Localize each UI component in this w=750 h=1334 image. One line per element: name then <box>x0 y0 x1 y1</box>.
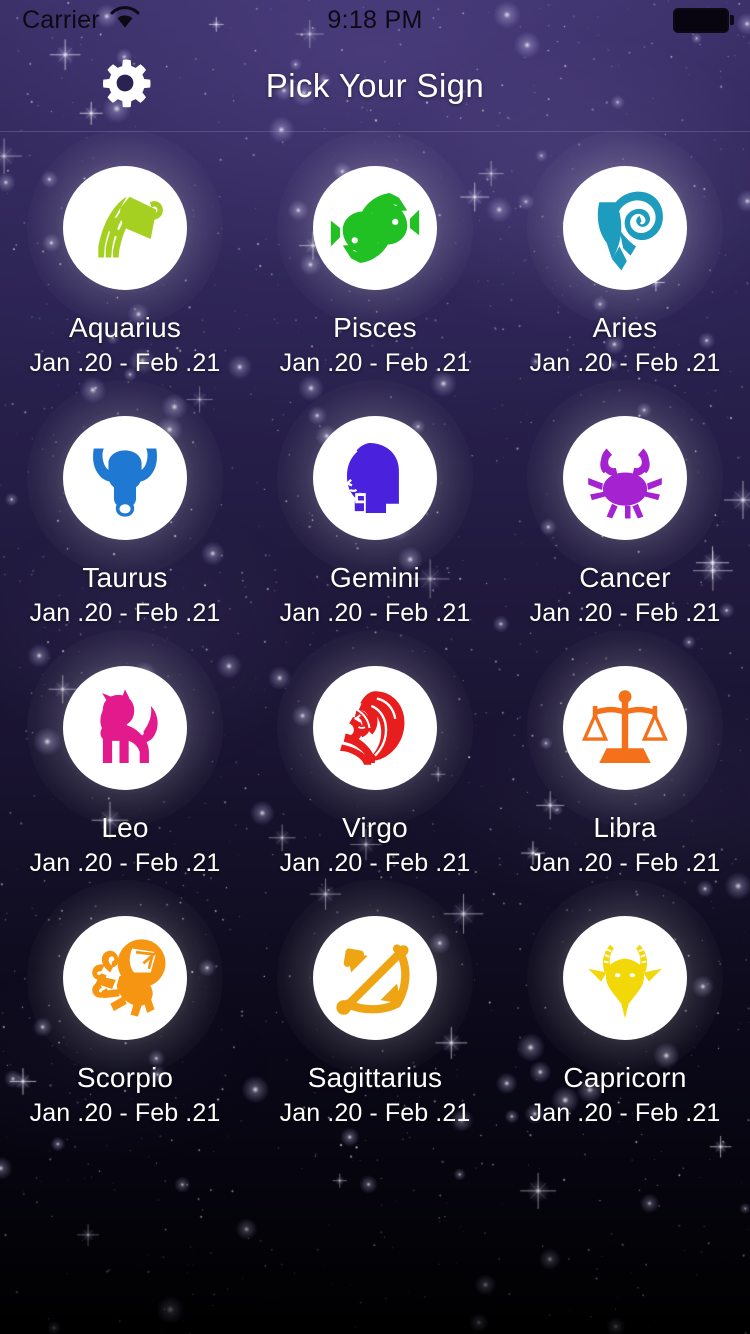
sign-name: Taurus <box>82 562 168 593</box>
sign-cell-aries[interactable]: Aries Jan .20 - Feb .21 <box>500 130 750 400</box>
sign-dates: Jan .20 - Feb .21 <box>529 599 721 627</box>
sign-cell-taurus[interactable]: Taurus Jan .20 - Feb .21 <box>0 380 250 650</box>
sign-name: Sagittarius <box>307 1062 443 1093</box>
sign-cell-aquarius[interactable]: Aquarius Jan .20 - Feb .21 <box>0 130 250 400</box>
sign-dates: Jan .20 - Feb .21 <box>29 1099 221 1127</box>
sign-cell-cancer[interactable]: Cancer Jan .20 - Feb .21 <box>500 380 750 650</box>
sign-name: Cancer <box>579 562 671 593</box>
sign-name: Leo <box>101 812 149 843</box>
virgo-maiden-icon <box>313 666 437 790</box>
gemini-twins-icon <box>313 416 437 540</box>
sign-name: Aquarius <box>68 312 182 343</box>
sign-dates: Jan .20 - Feb .21 <box>29 349 221 377</box>
status-bar: Carrier 9:18 PM <box>0 0 750 40</box>
sign-dates: Jan .20 - Feb .21 <box>529 849 721 877</box>
sign-disc-wrapper <box>27 630 223 826</box>
sign-disc-wrapper <box>27 880 223 1076</box>
cancer-crab-icon <box>563 416 687 540</box>
aries-ram-icon <box>563 166 687 290</box>
sign-disc-wrapper <box>27 130 223 326</box>
sign-disc-wrapper <box>527 130 723 326</box>
sign-name: Libra <box>593 812 657 843</box>
sign-cell-gemini[interactable]: Gemini Jan .20 - Feb .21 <box>250 380 500 650</box>
sign-dates: Jan .20 - Feb .21 <box>279 599 471 627</box>
sign-cell-scorpio[interactable]: Scorpio Jan .20 - Feb .21 <box>0 880 250 1150</box>
sign-name: Gemini <box>330 562 420 593</box>
sign-dates: Jan .20 - Feb .21 <box>279 1099 471 1127</box>
sign-name: Capricorn <box>563 1062 687 1093</box>
taurus-bull-icon <box>63 416 187 540</box>
capricorn-goat-icon <box>563 916 687 1040</box>
sign-cell-pisces[interactable]: Pisces Jan .20 - Feb .21 <box>250 130 500 400</box>
status-bar-time: 9:18 PM <box>327 5 423 34</box>
sign-name: Aries <box>592 312 658 343</box>
sign-dates: Jan .20 - Feb .21 <box>529 349 721 377</box>
sign-cell-virgo[interactable]: Virgo Jan .20 - Feb .21 <box>250 630 500 900</box>
pisces-two-fish-icon <box>313 166 437 290</box>
sign-cell-sagittarius[interactable]: Sagittarius Jan .20 - Feb .21 <box>250 880 500 1150</box>
sign-disc-wrapper <box>277 880 473 1076</box>
sign-disc-wrapper <box>277 380 473 576</box>
sign-disc-wrapper <box>527 880 723 1076</box>
zodiac-app-screen: Carrier 9:18 PM Pick Your Sign Aquarius … <box>0 0 750 1334</box>
sign-cell-leo[interactable]: Leo Jan .20 - Feb .21 <box>0 630 250 900</box>
sign-cell-libra[interactable]: Libra Jan .20 - Feb .21 <box>500 630 750 900</box>
leo-lion-icon <box>63 666 187 790</box>
sign-disc-wrapper <box>527 630 723 826</box>
sign-dates: Jan .20 - Feb .21 <box>29 849 221 877</box>
page-title: Pick Your Sign <box>265 66 485 104</box>
navigation-bar: Pick Your Sign <box>0 40 750 132</box>
zodiac-sign-grid: Aquarius Jan .20 - Feb .21 Pisces Jan .20 … <box>0 130 750 1150</box>
sign-disc-wrapper <box>527 380 723 576</box>
sign-dates: Jan .20 - Feb .21 <box>279 349 471 377</box>
sign-disc-wrapper <box>277 630 473 826</box>
scorpio-scorpion-icon <box>63 916 187 1040</box>
sign-disc-wrapper <box>277 130 473 326</box>
sign-dates: Jan .20 - Feb .21 <box>29 599 221 627</box>
sign-cell-capricorn[interactable]: Capricorn Jan .20 - Feb .21 <box>500 880 750 1150</box>
sign-name: Scorpio <box>76 1062 174 1093</box>
sign-name: Virgo <box>342 812 408 843</box>
aquarius-water-bearer-icon <box>63 166 187 290</box>
libra-scales-icon <box>563 666 687 790</box>
sagittarius-bow-arrow-icon <box>313 916 437 1040</box>
sign-name: Pisces <box>333 312 417 343</box>
sign-dates: Jan .20 - Feb .21 <box>529 1099 721 1127</box>
sign-dates: Jan .20 - Feb .21 <box>279 849 471 877</box>
sign-disc-wrapper <box>27 380 223 576</box>
